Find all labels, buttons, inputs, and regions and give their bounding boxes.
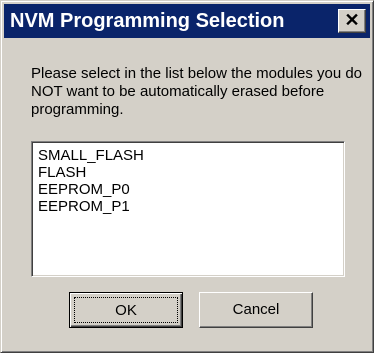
list-item[interactable]: FLASH — [38, 164, 344, 181]
module-listbox[interactable]: SMALL_FLASH FLASH EEPROM_P0 EEPROM_P1 — [31, 141, 345, 277]
list-item[interactable]: SMALL_FLASH — [38, 147, 344, 164]
cancel-button[interactable]: Cancel — [199, 292, 313, 328]
ok-button[interactable]: OK — [69, 292, 183, 328]
nvm-programming-dialog: NVM Programming Selection ✕ Please selec… — [0, 0, 374, 353]
list-item[interactable]: EEPROM_P1 — [38, 198, 344, 215]
instruction-text: Please select in the list below the modu… — [31, 65, 363, 118]
title-bar[interactable]: NVM Programming Selection ✕ — [4, 4, 370, 38]
window-title: NVM Programming Selection — [10, 10, 285, 32]
close-icon: ✕ — [344, 10, 360, 30]
ok-button-label: OK — [74, 297, 178, 323]
list-item[interactable]: EEPROM_P0 — [38, 181, 344, 198]
close-button[interactable]: ✕ — [338, 9, 366, 33]
